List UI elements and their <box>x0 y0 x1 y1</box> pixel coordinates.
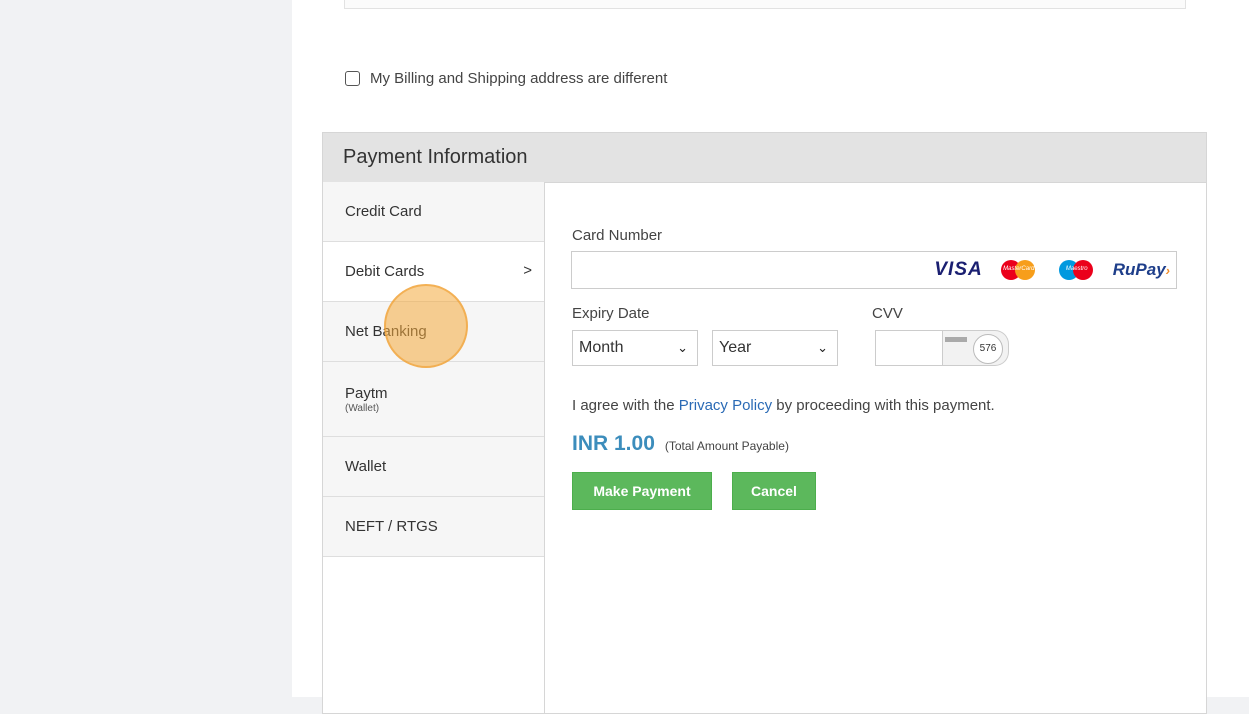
card-number-label: Card Number <box>572 227 663 244</box>
payment-method-nav: Credit Card Debit Cards > Net Banking Pa… <box>323 182 545 713</box>
nav-debit-cards[interactable]: Debit Cards > <box>323 242 544 302</box>
rupay-logo: RuPay› <box>1113 260 1170 280</box>
nav-label: NEFT / RTGS <box>345 518 438 535</box>
year-select[interactable]: Year ⌄ <box>712 330 838 366</box>
maestro-logo: Maestro <box>1055 258 1099 282</box>
card-number-input[interactable]: VISA MasterCard Maestro RuPay› <box>571 251 1177 289</box>
previous-field <box>344 0 1186 9</box>
payment-header: Payment Information <box>323 133 1206 183</box>
mastercard-text: MasterCard <box>1003 266 1035 272</box>
year-value: Year <box>719 339 752 356</box>
nav-credit-card[interactable]: Credit Card <box>323 182 544 242</box>
nav-label: Debit Cards <box>345 263 425 280</box>
privacy-policy-link[interactable]: Privacy Policy <box>679 397 772 414</box>
mastercard-logo: MasterCard <box>997 258 1041 282</box>
nav-label: Paytm <box>345 384 388 402</box>
cvv-input[interactable] <box>875 330 943 366</box>
cancel-button[interactable]: Cancel <box>732 472 816 510</box>
card-stripe <box>945 337 967 342</box>
rupay-mark: › <box>1165 263 1170 278</box>
amount-value: INR 1.00 <box>572 432 655 455</box>
month-select[interactable]: Month ⌄ <box>572 330 698 366</box>
nav-paytm[interactable]: Paytm (Wallet) <box>323 362 544 437</box>
amount-note: (Total Amount Payable) <box>664 439 789 453</box>
payment-box: Payment Information Credit Card Debit Ca… <box>322 132 1207 714</box>
chevron-right-icon: > <box>523 262 532 279</box>
cvv-card-icon: 576 <box>943 330 1009 366</box>
make-payment-button[interactable]: Make Payment <box>572 472 712 510</box>
nav-wallet[interactable]: Wallet <box>323 437 544 497</box>
rupay-text: RuPay <box>1112 260 1166 279</box>
billing-checkbox[interactable] <box>345 71 360 86</box>
month-value: Month <box>579 339 624 356</box>
cvv-label: CVV <box>872 305 903 322</box>
chevron-down-icon: ⌄ <box>677 340 688 355</box>
maestro-text: Maestro <box>1065 266 1088 272</box>
chevron-down-icon: ⌄ <box>817 340 828 355</box>
expiry-label: Expiry Date <box>572 305 650 322</box>
nav-sublabel: (Wallet) <box>345 402 380 414</box>
nav-label: Net Banking <box>345 323 427 340</box>
card-logos: VISA MasterCard Maestro RuPay› <box>934 258 1170 282</box>
nav-neft-rtgs[interactable]: NEFT / RTGS <box>323 497 544 557</box>
billing-shipping-option[interactable]: My Billing and Shipping address are diff… <box>345 70 667 87</box>
agree-suffix: by proceeding with this payment. <box>776 397 995 414</box>
nav-net-banking[interactable]: Net Banking <box>323 302 544 362</box>
cvv-hint: 576 <box>973 334 1003 364</box>
visa-logo: VISA <box>934 259 983 280</box>
agree-prefix: I agree with the <box>572 397 675 414</box>
billing-label: My Billing and Shipping address are diff… <box>370 70 668 87</box>
nav-label: Credit Card <box>345 203 422 220</box>
agreement-text: I agree with the Privacy Policy by proce… <box>572 397 995 414</box>
nav-label: Wallet <box>345 458 387 475</box>
amount-row: INR 1.00 (Total Amount Payable) <box>572 432 789 456</box>
